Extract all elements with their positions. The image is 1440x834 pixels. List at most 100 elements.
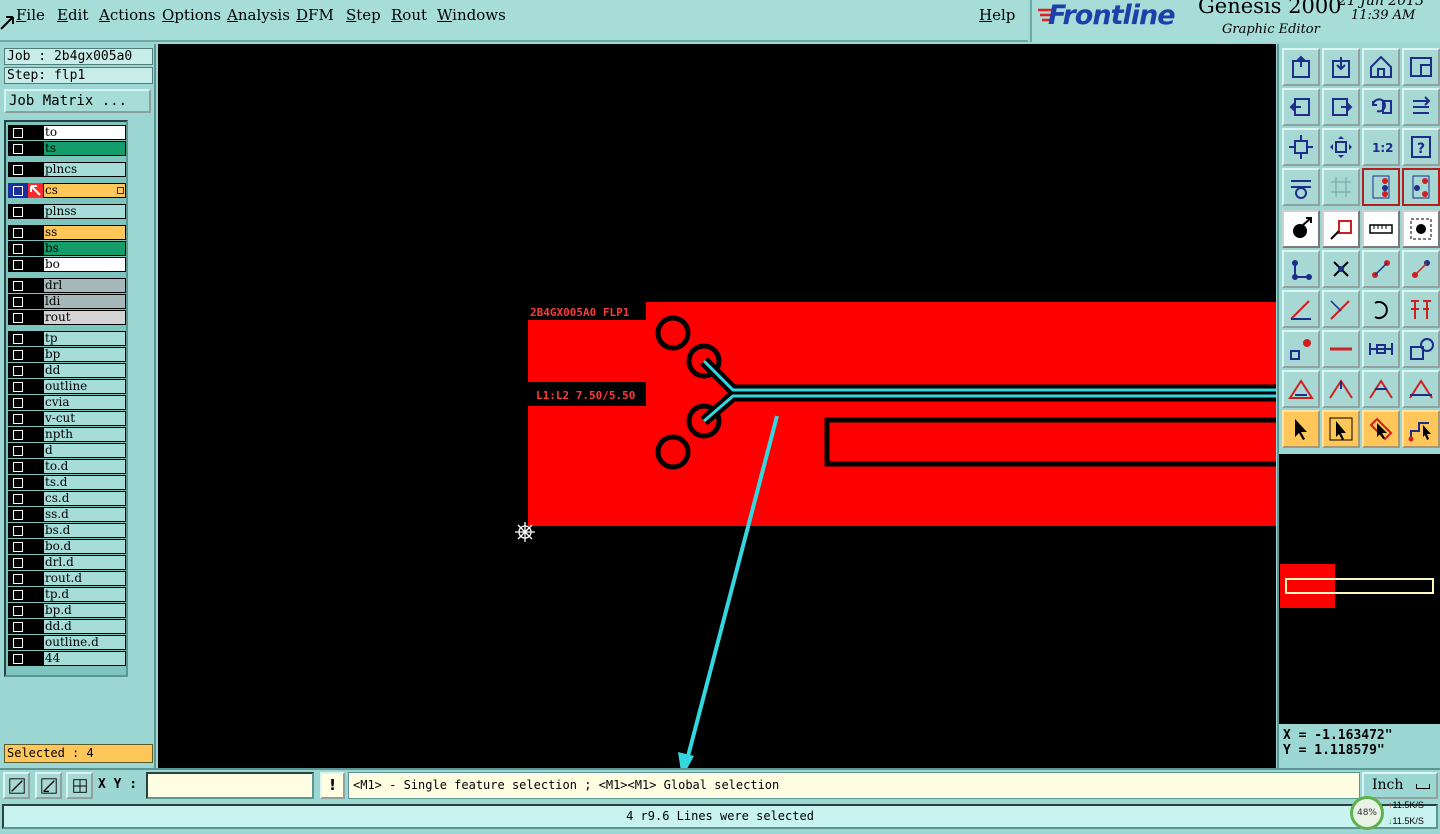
layer-checkbox[interactable] — [8, 475, 28, 490]
unit-selector[interactable]: Inch — [1362, 772, 1438, 799]
layer-name[interactable]: cs.d — [43, 491, 126, 506]
add-surface-button[interactable] — [1322, 210, 1360, 248]
redo-view-button[interactable] — [1402, 88, 1440, 126]
menu-analysis[interactable]: Analysis — [227, 6, 290, 24]
layer-name[interactable]: plncs — [43, 162, 126, 177]
menu-help[interactable]: Help — [979, 6, 1015, 24]
layer-name[interactable]: to.d — [43, 459, 126, 474]
draw-line-button[interactable] — [1322, 290, 1360, 328]
triangle-c-button[interactable] — [1362, 370, 1400, 408]
affected-marker[interactable] — [28, 651, 43, 666]
affected-marker[interactable] — [28, 571, 43, 586]
affected-marker[interactable] — [28, 507, 43, 522]
affected-marker[interactable] — [28, 241, 43, 256]
net-check-button[interactable] — [1402, 168, 1440, 206]
affected-marker[interactable] — [28, 539, 43, 554]
layer-checkbox[interactable] — [8, 411, 28, 426]
layer-row-dd[interactable]: dd — [8, 363, 126, 378]
layer-name[interactable]: dd — [43, 363, 126, 378]
undo-view-button[interactable] — [1362, 88, 1400, 126]
affected-marker[interactable] — [28, 363, 43, 378]
layer-name[interactable]: v-cut — [43, 411, 126, 426]
layer-name[interactable]: cs — [43, 183, 126, 198]
connect-nodes-button[interactable] — [1282, 250, 1320, 288]
affected-marker[interactable] — [28, 603, 43, 618]
layer-checkbox[interactable] — [8, 635, 28, 650]
affected-marker[interactable] — [28, 379, 43, 394]
layer-row-bs-d[interactable]: bs.d — [8, 523, 126, 538]
layer-row-npth[interactable]: npth — [8, 427, 126, 442]
delete-node-button[interactable] — [1322, 250, 1360, 288]
select-window-button[interactable] — [1362, 410, 1400, 448]
overview-map[interactable] — [1277, 454, 1440, 724]
layer-name[interactable]: rout — [43, 310, 126, 325]
layer-checkbox[interactable] — [8, 507, 28, 522]
measure-button[interactable] — [1362, 330, 1400, 368]
layer-checkbox[interactable] — [8, 294, 28, 309]
affected-marker[interactable] — [28, 587, 43, 602]
layer-checkbox[interactable] — [8, 555, 28, 570]
layer-row-tp-d[interactable]: tp.d — [8, 587, 126, 602]
warning-button[interactable]: ! — [320, 772, 345, 799]
layer-row-d[interactable]: d — [8, 443, 126, 458]
layer-checkbox[interactable] — [8, 162, 28, 177]
layer-row-bp-d[interactable]: bp.d — [8, 603, 126, 618]
layer-checkbox[interactable] — [8, 427, 28, 442]
layer-name[interactable]: bs — [43, 241, 126, 256]
arc-button[interactable] — [1362, 290, 1400, 328]
zoom-1to2-button[interactable]: 1:2 — [1362, 128, 1400, 166]
select-arrow-alt-button[interactable] — [1322, 410, 1360, 448]
affected-marker[interactable] — [28, 459, 43, 474]
layer-checkbox[interactable] — [8, 125, 28, 140]
affected-marker[interactable] — [28, 278, 43, 293]
affected-marker[interactable] — [28, 331, 43, 346]
layer-row-plnss[interactable]: plnss — [8, 204, 126, 219]
affected-marker[interactable] — [28, 523, 43, 538]
menu-edit[interactable]: Edit — [57, 6, 88, 24]
save-layer-button[interactable] — [1322, 48, 1360, 86]
layer-row-outline[interactable]: outline — [8, 379, 126, 394]
layer-row-drl-d[interactable]: drl.d — [8, 555, 126, 570]
layer-row-tp[interactable]: tp — [8, 331, 126, 346]
job-matrix-button[interactable]: Job Matrix ... — [4, 89, 151, 113]
add-pad-button[interactable] — [1282, 210, 1320, 248]
layer-checkbox[interactable] — [8, 204, 28, 219]
affected-marker[interactable] — [28, 443, 43, 458]
layer-checkbox[interactable] — [8, 651, 28, 666]
layer-checkbox[interactable] — [8, 183, 28, 198]
layer-row-bp[interactable]: bp — [8, 347, 126, 362]
affected-marker[interactable] — [28, 491, 43, 506]
grid-snap-button[interactable] — [66, 772, 93, 799]
layer-checkbox[interactable] — [8, 571, 28, 586]
layer-name[interactable]: ts.d — [43, 475, 126, 490]
layer-name[interactable]: d — [43, 443, 126, 458]
layer-checkbox[interactable] — [8, 347, 28, 362]
affected-marker[interactable] — [28, 635, 43, 650]
horizontal-line-button[interactable] — [1322, 330, 1360, 368]
layer-checkbox[interactable] — [8, 257, 28, 272]
affected-marker[interactable] — [28, 125, 43, 140]
affected-marker[interactable] — [28, 257, 43, 272]
line-edit-alt-button[interactable] — [1402, 250, 1440, 288]
affected-marker[interactable] — [28, 141, 43, 156]
layer-name[interactable]: rout.d — [43, 571, 126, 586]
copy-feature-button[interactable] — [1402, 330, 1440, 368]
layer-name[interactable]: tp.d — [43, 587, 126, 602]
layer-row-ts[interactable]: ts — [8, 141, 126, 156]
home-button[interactable] — [1362, 48, 1400, 86]
layer-checkbox[interactable] — [8, 379, 28, 394]
affected-marker[interactable] — [28, 619, 43, 634]
layer-name[interactable]: tp — [43, 331, 126, 346]
affected-marker[interactable] — [28, 555, 43, 570]
layer-checkbox[interactable] — [8, 539, 28, 554]
layer-name[interactable]: outline.d — [43, 635, 126, 650]
xy-input[interactable] — [146, 772, 314, 799]
layer-name[interactable]: outline — [43, 379, 126, 394]
pan-left-button[interactable] — [1282, 88, 1320, 126]
layer-row-rout-d[interactable]: rout.d — [8, 571, 126, 586]
circle-pad-button[interactable] — [1402, 210, 1440, 248]
route-select-button[interactable] — [1402, 410, 1440, 448]
layer-row-ldi[interactable]: ldi — [8, 294, 126, 309]
affected-marker[interactable] — [28, 204, 43, 219]
layer-row-rout[interactable]: rout — [8, 310, 126, 325]
